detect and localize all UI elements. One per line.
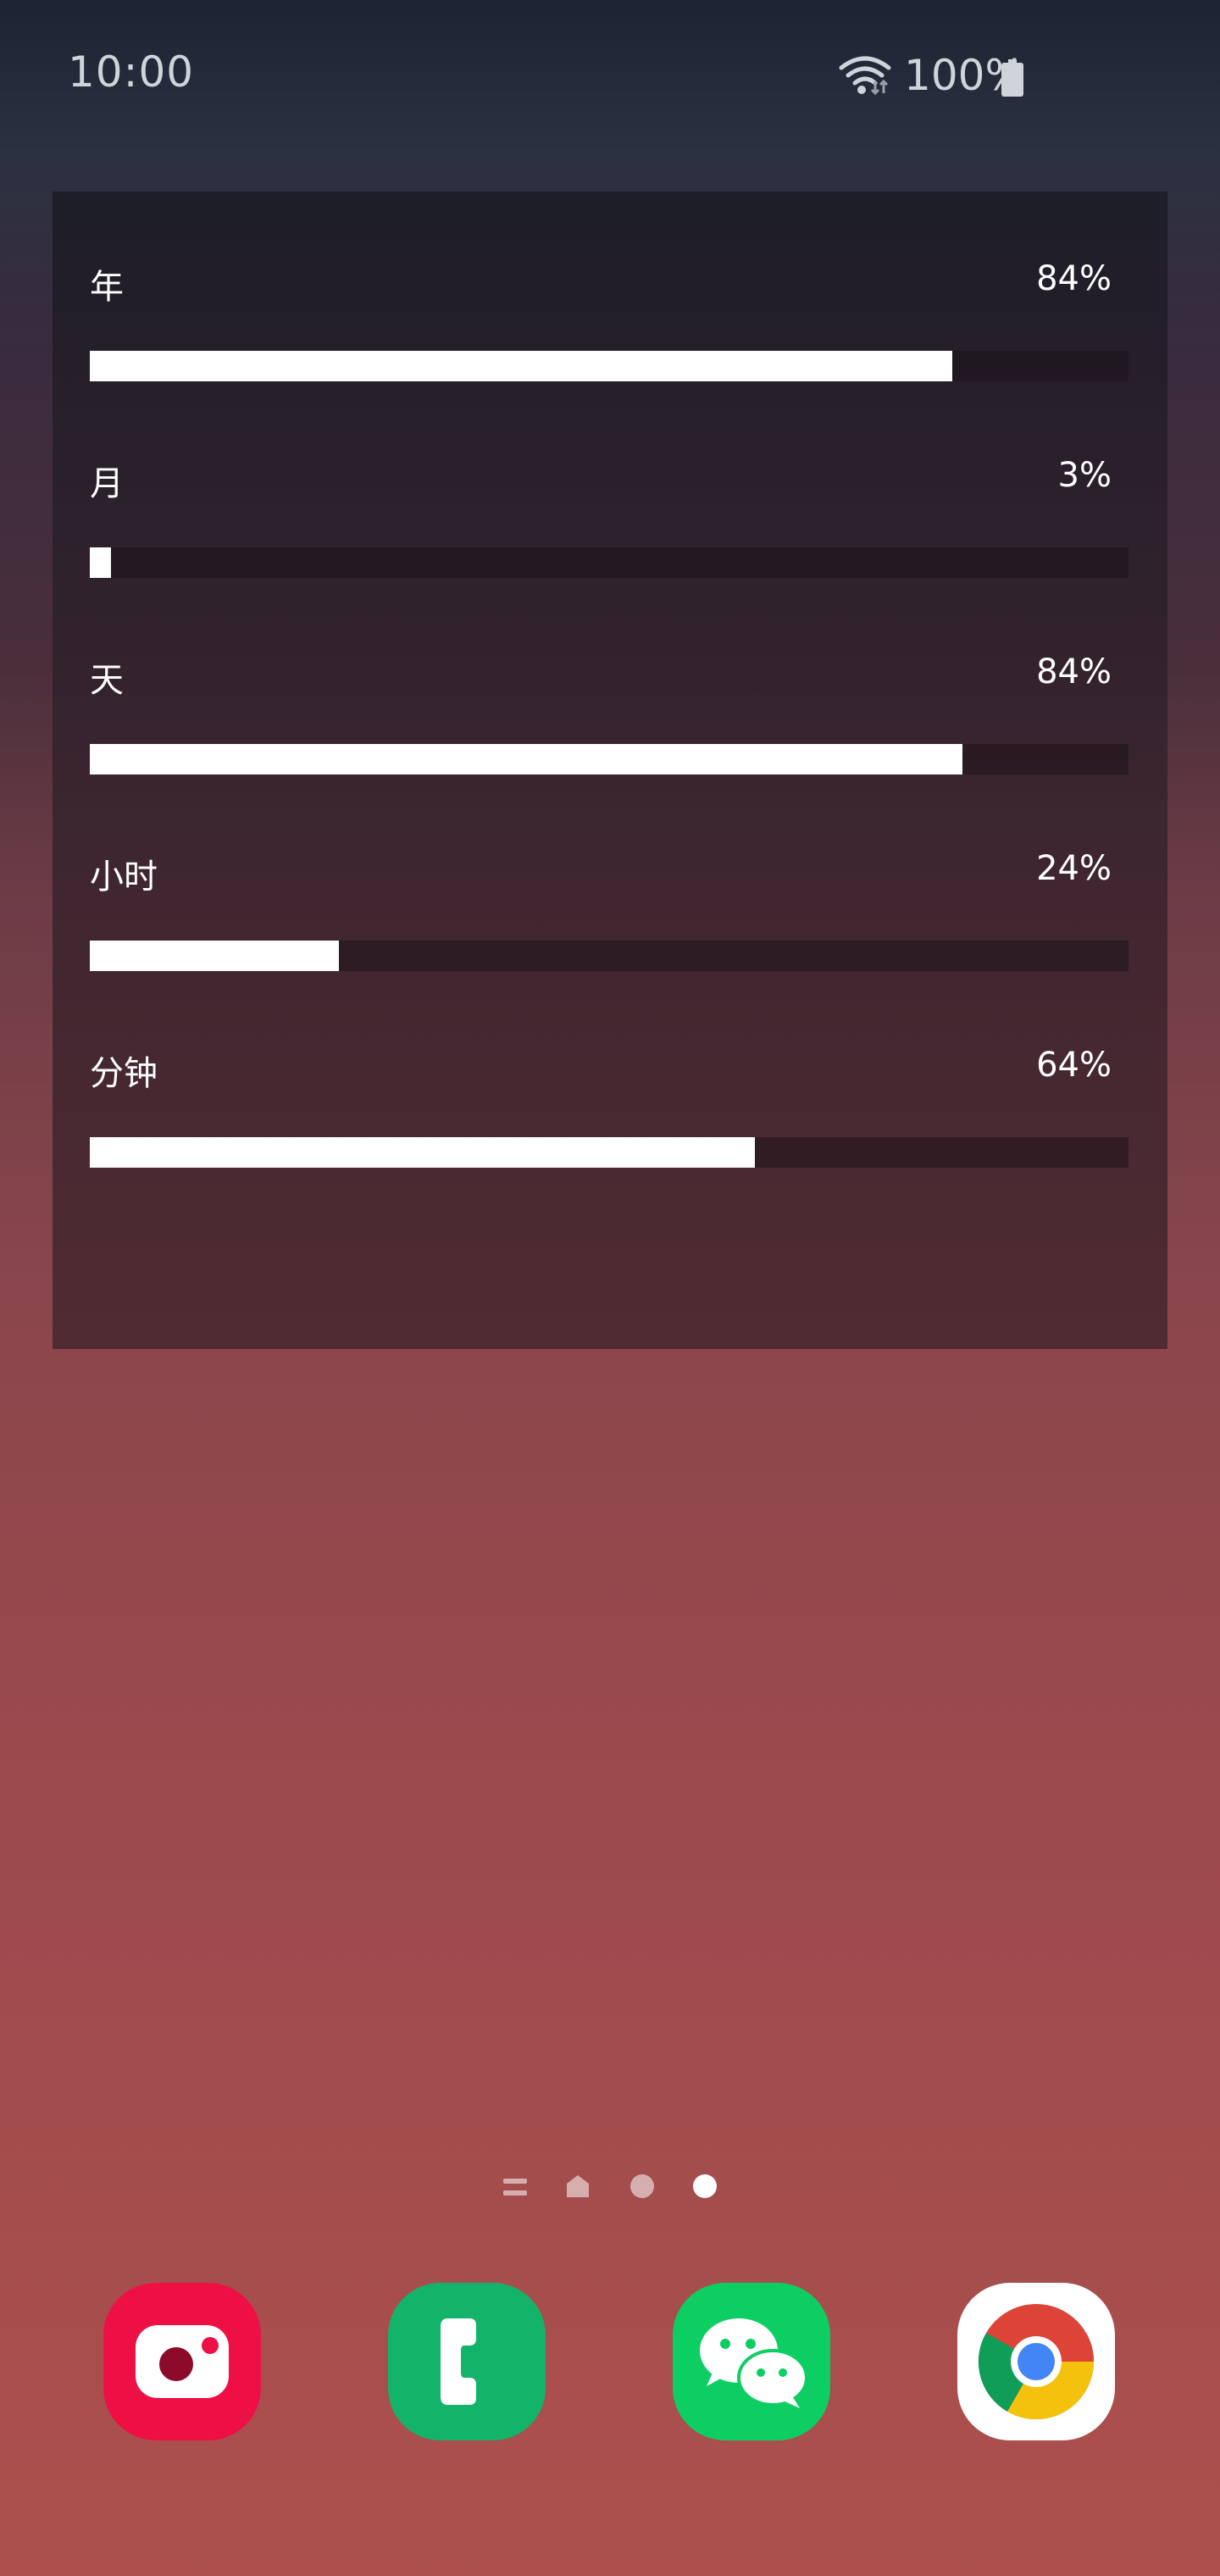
row-percent: 64% — [1036, 1046, 1112, 1085]
chrome-icon — [978, 2304, 1095, 2420]
progress-row-day: 天 84% — [90, 652, 1128, 813]
status-bar: 10:00 100% — [0, 0, 1220, 153]
progress-fill — [90, 941, 340, 971]
home-indicator-icon[interactable] — [566, 2174, 590, 2198]
battery-icon — [1001, 59, 1023, 97]
progress-row-month: 月 3% — [90, 456, 1128, 617]
progress-row-minute: 分钟 64% — [90, 1046, 1128, 1207]
status-time: 10:00 — [68, 47, 195, 97]
camera-app[interactable] — [103, 2283, 261, 2440]
row-label: 分钟 — [90, 1054, 158, 1093]
progress-fill — [90, 351, 952, 381]
progress-fill — [90, 547, 111, 578]
row-label: 月 — [90, 464, 124, 503]
chrome-app[interactable] — [957, 2283, 1115, 2440]
progress-row-year: 年 84% — [90, 259, 1128, 420]
row-percent: 84% — [1036, 259, 1112, 298]
wifi-icon — [839, 56, 891, 96]
row-percent: 84% — [1036, 652, 1112, 691]
row-label: 天 — [90, 661, 124, 700]
row-label: 小时 — [90, 858, 158, 897]
page-indicators — [0, 2169, 1220, 2203]
row-percent: 24% — [1036, 849, 1112, 888]
progress-track — [90, 351, 1128, 381]
wechat-app[interactable] — [673, 2283, 830, 2440]
wechat-icon — [700, 2318, 808, 2408]
page-dot-active[interactable] — [693, 2174, 717, 2198]
progress-fill — [90, 1137, 755, 1168]
progress-fill — [90, 744, 962, 774]
progress-track — [90, 744, 1128, 774]
progress-track — [90, 1137, 1128, 1168]
progress-track — [90, 547, 1128, 578]
progress-row-hour: 小时 24% — [90, 849, 1128, 1010]
status-right: 100% — [838, 51, 1025, 100]
progress-track — [90, 941, 1128, 971]
page-dot[interactable] — [630, 2174, 654, 2198]
progress-widget[interactable]: 年 84% 月 3% 天 84% 小时 24% 分钟 64% — [53, 192, 1167, 1349]
apps-menu-indicator-icon[interactable] — [503, 2177, 527, 2197]
camera-icon — [136, 2325, 229, 2398]
phone-icon — [441, 2318, 476, 2405]
row-percent: 3% — [1057, 456, 1112, 495]
row-label: 年 — [90, 268, 124, 307]
app-dock — [0, 2283, 1220, 2444]
phone-app[interactable] — [388, 2283, 546, 2440]
